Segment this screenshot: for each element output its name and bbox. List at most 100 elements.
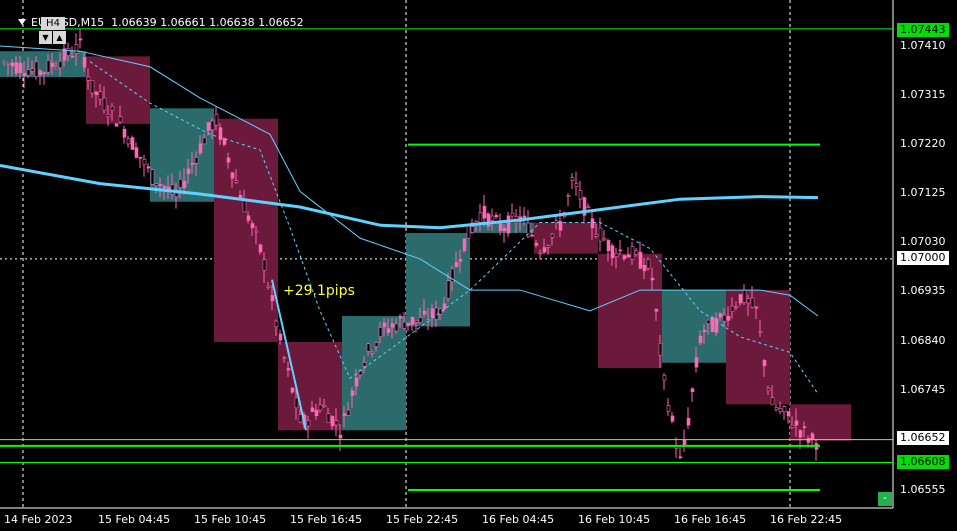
m15-candle-body — [98, 91, 103, 100]
price-label-current: 1.06652 — [897, 431, 949, 445]
m15-candle-body — [134, 147, 139, 158]
m15-candle-body — [306, 420, 311, 427]
m15-candle-body — [790, 425, 795, 428]
m15-candle-body — [310, 407, 315, 412]
ohlc-high: 1.06661 — [160, 16, 206, 29]
arrow-down-icon[interactable]: ▼ — [39, 31, 52, 44]
m15-candle-body — [130, 137, 135, 150]
m15-candle-body — [538, 252, 543, 255]
m15-candle-body — [566, 195, 571, 197]
m15-candle-body — [534, 242, 539, 246]
m15-candle-body — [622, 255, 627, 260]
price-label-highlight: 1.07443 — [897, 23, 949, 37]
m15-candle-body — [598, 227, 603, 242]
chart-area[interactable]: 14 Feb 2023 15 Feb 04:45 15 Feb 10:45 15 Fe… — [0, 0, 957, 531]
m15-candle-body — [278, 333, 283, 341]
price-label-tick: 1.07315 — [900, 88, 946, 101]
m15-candle-body — [82, 57, 87, 68]
h4-box — [214, 118, 278, 342]
m15-candle-body — [70, 55, 75, 58]
m15-candle-body — [610, 245, 615, 259]
m15-candle-body — [362, 362, 367, 367]
m15-candle-body — [430, 308, 435, 318]
m15-candle-body — [502, 227, 507, 232]
m15-candle-body — [190, 163, 195, 165]
m15-candle-body — [322, 404, 327, 407]
price-label-tick: 1.07030 — [900, 235, 946, 248]
m15-candle-body — [690, 388, 695, 393]
m15-candle-body — [370, 351, 375, 354]
m15-candle-body — [342, 413, 347, 416]
m15-candle-body — [666, 405, 671, 412]
m15-candle-body — [586, 206, 591, 209]
m15-candle-body — [346, 409, 351, 416]
m15-candle-body — [778, 408, 783, 413]
m15-candle-body — [762, 360, 767, 367]
m15-candle-body — [334, 420, 339, 426]
m15-candle-body — [242, 200, 247, 213]
m15-candle-body — [394, 323, 399, 332]
price-chart[interactable]: 14 Feb 2023 15 Feb 04:45 15 Feb 10:45 15 Fe… — [0, 0, 957, 531]
m15-candle-body — [634, 250, 639, 256]
m15-candle-body — [106, 114, 111, 118]
ohlc-open: 1.06639 — [111, 16, 157, 29]
time-axis-label: 15 Feb 04:45 — [98, 513, 170, 526]
m15-candle-body — [630, 246, 635, 260]
m15-candle-body — [446, 280, 451, 299]
time-axis-label: 16 Feb 04:45 — [482, 513, 554, 526]
m15-candle-body — [490, 215, 495, 221]
timeframe-buttons: ▼ ▲ — [39, 31, 66, 44]
m15-candle-body — [714, 318, 719, 333]
m15-candle-body — [230, 172, 235, 179]
m15-candle-body — [18, 63, 23, 74]
m15-candle-body — [46, 60, 51, 73]
m15-candle-body — [194, 157, 199, 164]
m15-candle-body — [54, 66, 59, 70]
m15-candle-body — [470, 226, 475, 234]
m15-candle-body — [50, 62, 55, 67]
m15-candle-body — [34, 61, 39, 77]
price-label-tick: 1.07410 — [900, 39, 946, 52]
m15-candle-body — [466, 225, 471, 239]
arrow-up-icon[interactable]: ▲ — [53, 31, 66, 44]
m15-candle-body — [546, 245, 551, 248]
m15-candle-body — [202, 137, 207, 145]
m15-candle-body — [26, 69, 31, 76]
m15-candle-body — [254, 230, 259, 233]
timeframe-label[interactable]: H4 — [41, 17, 65, 30]
m15-candle-body — [326, 413, 331, 423]
m15-candle-body — [290, 387, 295, 393]
m15-candle-body — [138, 156, 143, 159]
ohlc-low: 1.06638 — [209, 16, 255, 29]
m15-candle-body — [90, 80, 95, 94]
m15-candle-body — [522, 215, 527, 218]
m15-candle-body — [38, 70, 43, 76]
m15-candle-body — [626, 254, 631, 258]
dropdown-triangle-icon[interactable] — [18, 19, 26, 25]
m15-candle-body — [806, 437, 811, 443]
m15-candle-body — [602, 238, 607, 241]
m15-candle-body — [178, 179, 183, 188]
m15-candle-body — [186, 168, 191, 174]
collapse-button[interactable]: - — [878, 492, 892, 506]
m15-candle-body — [118, 116, 123, 123]
m15-candle-body — [402, 321, 407, 329]
m15-candle-body — [154, 183, 159, 186]
time-axis-label: 15 Feb 10:45 — [194, 513, 266, 526]
m15-candle-body — [662, 375, 667, 381]
m15-candle-body — [206, 122, 211, 131]
m15-candle-body — [650, 277, 655, 281]
m15-candle-body — [102, 97, 107, 111]
m15-candle-body — [658, 342, 663, 356]
m15-candle-body — [414, 320, 419, 323]
m15-candle-body — [638, 251, 643, 269]
m15-candle-body — [410, 316, 415, 325]
m15-candle-body — [294, 397, 299, 409]
m15-candle-body — [150, 169, 155, 185]
m15-candle-body — [42, 72, 47, 75]
m15-candle-body — [174, 192, 179, 197]
m15-candle-body — [378, 327, 383, 337]
m15-candle-body — [146, 166, 151, 169]
price-label-tick: 1.07125 — [900, 186, 946, 199]
m15-candle-body — [330, 416, 335, 427]
